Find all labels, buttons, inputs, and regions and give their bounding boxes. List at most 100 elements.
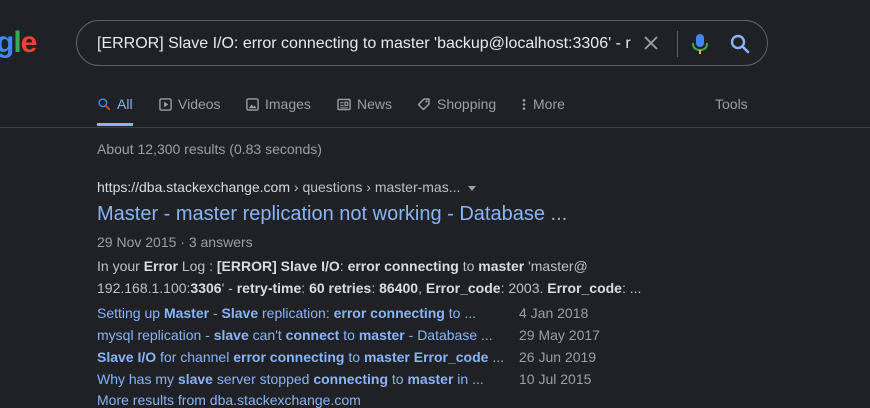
snippet-bold: 86400 bbox=[379, 280, 419, 296]
snippet-bold: [ERROR] Slave I/O bbox=[216, 258, 340, 274]
search-tabs: All Videos Images News Shopping More Too… bbox=[0, 84, 870, 126]
more-results-link[interactable]: More results from dba.stackexchange.com bbox=[97, 392, 361, 408]
snippet-text: ' - bbox=[221, 280, 237, 296]
snippet-text: , bbox=[418, 280, 426, 296]
sitelink-title-link[interactable]: Why has my slave server stopped connecti… bbox=[97, 371, 484, 387]
sitelink-title-link[interactable]: Setting up Master - Slave replication: e… bbox=[97, 305, 476, 321]
sitelink-bold: master bbox=[407, 371, 454, 387]
snippet-text: : bbox=[339, 258, 348, 274]
tab-shopping[interactable]: Shopping bbox=[417, 96, 496, 112]
sitelink-bold: slave bbox=[213, 327, 249, 343]
sitelink-text: to bbox=[339, 327, 359, 343]
tab-news-label: News bbox=[357, 96, 393, 112]
voice-search-button[interactable] bbox=[689, 32, 711, 56]
sitelink-text: mysql replication - bbox=[97, 327, 214, 343]
search-input[interactable]: [ERROR] Slave I/O: error connecting to m… bbox=[97, 34, 633, 54]
snippet-bold: 3306 bbox=[190, 280, 222, 296]
tab-images[interactable]: Images bbox=[246, 96, 311, 112]
sitelink-bold: Master bbox=[163, 305, 210, 321]
result-meta: 29 Nov 2015 · 3 answers bbox=[97, 234, 253, 250]
sitelink-title-link[interactable]: mysql replication - slave can't connect … bbox=[97, 327, 493, 343]
tab-more[interactable]: More bbox=[521, 96, 565, 112]
sitelink-row: Why has my slave server stopped connecti… bbox=[97, 369, 617, 391]
search-box[interactable]: [ERROR] Slave I/O: error connecting to m… bbox=[76, 20, 768, 66]
sitelink-text: Why has my bbox=[97, 371, 178, 387]
sitelink-bold: error connecting bbox=[233, 349, 345, 365]
snippet-bold: 60 retries bbox=[309, 280, 372, 296]
tab-videos[interactable]: Videos bbox=[159, 96, 221, 112]
sitelink-bold: connect bbox=[285, 327, 340, 343]
video-icon bbox=[159, 97, 172, 111]
sitelink-date: 26 Jun 2019 bbox=[519, 349, 597, 365]
news-icon bbox=[337, 98, 351, 110]
snippet-text: : ... bbox=[621, 280, 642, 296]
result-snippet: In your Error Log : [ERROR] Slave I/O: e… bbox=[97, 255, 697, 299]
snippet-text: Log : bbox=[177, 258, 217, 274]
tab-more-label: More bbox=[533, 96, 565, 112]
sitelink-text: in ... bbox=[453, 371, 484, 387]
sitelink-bold: Slave bbox=[221, 305, 259, 321]
snippet-text: : 2003. bbox=[500, 280, 548, 296]
tools-button[interactable]: Tools bbox=[715, 96, 748, 112]
tab-shopping-label: Shopping bbox=[437, 96, 497, 112]
microphone-icon bbox=[692, 34, 708, 54]
sitelink-bold: slave bbox=[177, 371, 213, 387]
sitelink-bold: master bbox=[358, 327, 405, 343]
tools-label: Tools bbox=[715, 96, 748, 112]
tab-all-label: All bbox=[117, 96, 133, 112]
logo-letter-g: g bbox=[0, 26, 14, 59]
sitelink-row: Slave I/O for channel error connecting t… bbox=[97, 347, 617, 369]
snippet-bold: master bbox=[478, 258, 525, 274]
more-vert-icon bbox=[522, 98, 526, 110]
logo-letter-e: e bbox=[20, 26, 38, 59]
sitelink-text: to bbox=[388, 371, 408, 387]
logo-letter-l: l bbox=[13, 26, 21, 59]
close-icon bbox=[644, 36, 658, 50]
snippet-bold: retry-time bbox=[236, 280, 302, 296]
google-logo[interactable]: gle bbox=[0, 26, 38, 60]
snippet-bold: error connecting bbox=[347, 258, 459, 274]
tag-icon bbox=[417, 98, 430, 111]
image-icon bbox=[246, 97, 259, 111]
result-domain: https://dba.stackexchange.com bbox=[97, 179, 290, 195]
search-divider bbox=[677, 31, 678, 57]
snippet-text: 'master@ bbox=[524, 258, 588, 274]
snippet-text: 192.168.1.100: bbox=[97, 280, 191, 296]
sitelink-bold: Slave I/O bbox=[97, 349, 157, 365]
tab-all[interactable]: All bbox=[97, 96, 133, 112]
tab-videos-label: Videos bbox=[178, 96, 221, 112]
sitelink-date: 10 Jul 2015 bbox=[519, 371, 592, 387]
chevron-down-icon[interactable] bbox=[468, 185, 477, 191]
result-url[interactable]: https://dba.stackexchange.com › question… bbox=[97, 179, 477, 195]
active-tab-indicator bbox=[97, 123, 133, 126]
sitelink-text: Setting up bbox=[97, 305, 164, 321]
clear-search-button[interactable] bbox=[640, 32, 662, 54]
snippet-bold: Error_code bbox=[425, 280, 501, 296]
sitelinks-list: Setting up Master - Slave replication: e… bbox=[97, 303, 617, 391]
sitelink-text: - Database ... bbox=[404, 327, 493, 343]
sitelink-date: 4 Jan 2018 bbox=[519, 305, 589, 321]
snippet-bold: Error bbox=[143, 258, 178, 274]
tab-news[interactable]: News bbox=[337, 96, 392, 112]
snippet-text: to bbox=[458, 258, 479, 274]
result-path: › questions › master-mas... bbox=[290, 179, 461, 195]
sitelink-text: replication: bbox=[258, 305, 334, 321]
tabs-divider bbox=[0, 127, 870, 128]
sitelink-text: - bbox=[209, 305, 222, 321]
snippet-bold: Error_code bbox=[547, 280, 622, 296]
sitelink-text: server stopped bbox=[212, 371, 314, 387]
result-title-link[interactable]: Master - master replication not working … bbox=[97, 203, 567, 226]
snippet-text: In your bbox=[97, 258, 144, 274]
search-icon bbox=[98, 98, 111, 111]
tab-images-label: Images bbox=[265, 96, 311, 112]
search-icon bbox=[730, 34, 750, 54]
sitelink-text: can't bbox=[248, 327, 286, 343]
snippet-text: : bbox=[371, 280, 380, 296]
sitelink-bold: connecting bbox=[313, 371, 389, 387]
search-button[interactable] bbox=[728, 32, 752, 56]
sitelink-row: Setting up Master - Slave replication: e… bbox=[97, 303, 617, 325]
sitelink-date: 29 May 2017 bbox=[519, 327, 600, 343]
sitelink-text: ... bbox=[488, 349, 505, 365]
sitelink-title-link[interactable]: Slave I/O for channel error connecting t… bbox=[97, 349, 504, 365]
sitelink-text: to bbox=[344, 349, 364, 365]
